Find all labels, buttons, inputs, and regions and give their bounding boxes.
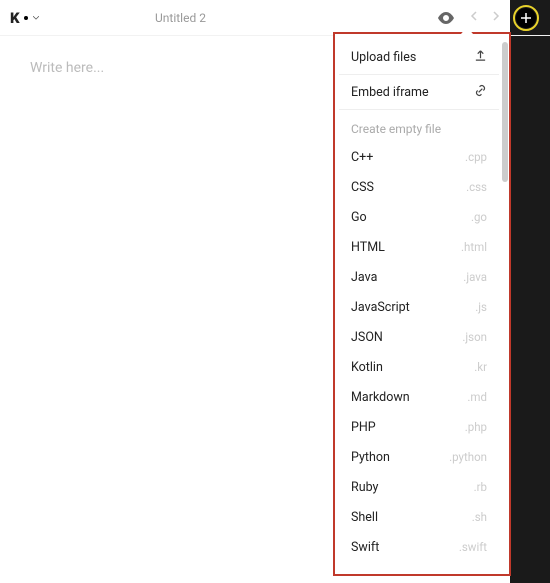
add-button[interactable] (516, 8, 536, 28)
right-sidebar (510, 0, 550, 583)
filetype-ext: .python (449, 450, 487, 464)
filetype-item-swift[interactable]: Swift .swift (339, 532, 499, 562)
upload-icon (474, 49, 487, 66)
link-icon (474, 84, 487, 101)
add-menu: Upload files Embed iframe Create empty f… (333, 32, 511, 576)
upload-files-item[interactable]: Upload files (339, 42, 499, 72)
embed-iframe-item[interactable]: Embed iframe (339, 77, 499, 107)
filetype-item-markdown[interactable]: Markdown .md (339, 382, 499, 412)
filetype-item-shell[interactable]: Shell .sh (339, 502, 499, 532)
filetype-ext: .html (461, 240, 487, 254)
filetype-item-javascript[interactable]: JavaScript .js (339, 292, 499, 322)
filetype-item-go[interactable]: Go .go (339, 202, 499, 232)
filetype-item-python[interactable]: Python .python (339, 442, 499, 472)
preview-button[interactable] (434, 6, 458, 30)
filetype-name: Python (351, 450, 390, 465)
filetype-name: Rust (351, 570, 376, 571)
filetype-name: CSS (351, 180, 374, 195)
filetype-item-java[interactable]: Java .java (339, 262, 499, 292)
filetype-ext: .kr (474, 360, 487, 374)
filetype-ext: .php (465, 420, 487, 434)
filetype-ext: .java (463, 270, 487, 284)
menu-label: Upload files (351, 50, 416, 65)
filetype-ext: .md (467, 390, 487, 404)
filetype-item-php[interactable]: PHP .php (339, 412, 499, 442)
plus-icon (521, 13, 531, 23)
filetype-name: Shell (351, 510, 378, 525)
menu-scrollbar[interactable] (501, 42, 509, 570)
logo-dot-icon (23, 16, 29, 20)
filetype-item-ruby[interactable]: Ruby .rb (339, 472, 499, 502)
filetype-ext: .json (462, 330, 487, 344)
doc-title[interactable]: Untitled 2 (155, 11, 206, 25)
filetype-name: Swift (351, 540, 379, 555)
filetype-item-rust[interactable]: Rust.rust (339, 562, 499, 570)
add-wrap (512, 4, 540, 32)
filetype-item-kotlin[interactable]: Kotlin .kr (339, 352, 499, 382)
filetype-name: Kotlin (351, 360, 383, 375)
filetype-name: PHP (351, 420, 376, 435)
menu-separator (339, 109, 499, 110)
eye-icon (437, 12, 455, 24)
filetype-ext: .cpp (465, 150, 487, 164)
nav-prev-button[interactable] (466, 10, 481, 25)
filetype-name: JSON (351, 330, 383, 345)
filetype-item-cplusplus[interactable]: C++ .cpp (339, 142, 499, 172)
filetype-ext: .go (471, 210, 487, 224)
menu-section-header: Create empty file (339, 112, 499, 142)
filetype-ext: .sh (472, 510, 487, 524)
chevron-left-icon (470, 11, 477, 21)
chevron-right-icon (493, 11, 500, 21)
filetype-ext: .js (475, 300, 487, 314)
scroll-thumb[interactable] (502, 42, 508, 182)
filetype-name: Go (351, 210, 367, 225)
header-actions (434, 4, 540, 32)
menu-separator (339, 74, 499, 75)
filetype-ext: .swift (459, 540, 487, 554)
dropdown-caret-icon (33, 16, 39, 20)
filetype-name: C++ (351, 150, 373, 165)
nav-next-button[interactable] (489, 10, 504, 25)
menu-arrow (461, 27, 473, 34)
menu-label: Embed iframe (351, 85, 429, 100)
menu-content: Upload files Embed iframe Create empty f… (339, 42, 501, 570)
app-logo[interactable]: K (10, 9, 39, 27)
filetype-name: HTML (351, 240, 385, 255)
filetype-ext: .css (466, 180, 487, 194)
filetype-name: Java (351, 270, 377, 285)
filetype-ext: .rb (474, 480, 487, 494)
filetype-name: JavaScript (351, 300, 410, 315)
logo-k: K (10, 9, 19, 27)
filetype-item-html[interactable]: HTML .html (339, 232, 499, 262)
filetype-name: Markdown (351, 390, 410, 405)
filetype-name: Ruby (351, 480, 378, 495)
filetype-item-json[interactable]: JSON .json (339, 322, 499, 352)
filetype-item-css[interactable]: CSS .css (339, 172, 499, 202)
